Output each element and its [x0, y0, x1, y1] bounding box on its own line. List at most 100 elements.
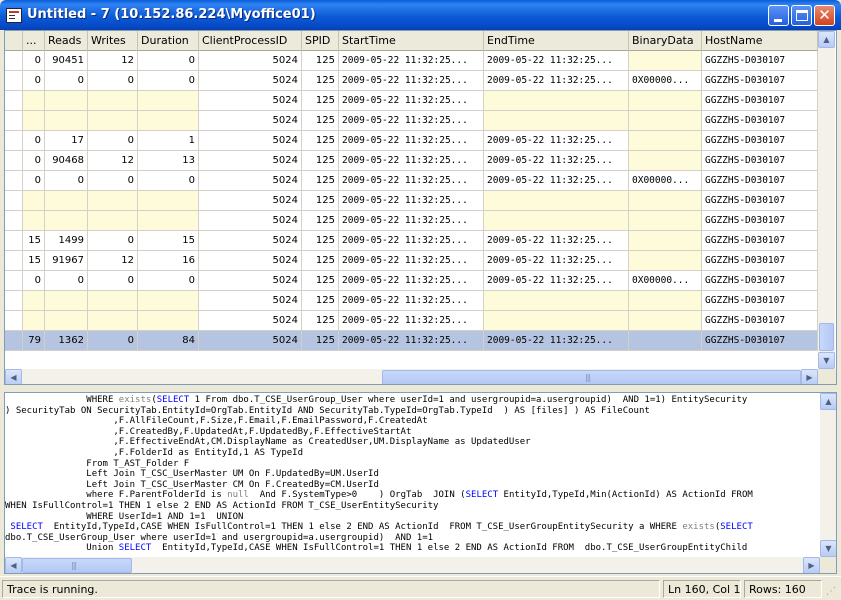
table-cell-binary: 0X00000...: [629, 71, 702, 90]
resize-grip-icon[interactable]: ⋰: [826, 586, 838, 598]
column-header-stub: [5, 31, 23, 51]
column-header-clientprocessid[interactable]: ClientProcessID: [199, 31, 302, 51]
table-cell-cpid: 5024: [199, 191, 302, 210]
table-cell-end: 2009-05-22 11:32:25...: [484, 331, 629, 350]
table-row[interactable]: 0 0 0 0 5024 125 2009-05-22 11:32:25... 2009-05…: [5, 171, 818, 191]
table-row[interactable]: 79 1362 0 84 5024 125 2009-05-22 11:32:25... 20…: [5, 331, 818, 351]
scroll-down-button[interactable]: ▼: [820, 540, 836, 557]
table-cell-reads: [45, 311, 88, 330]
row-selector: [5, 71, 23, 90]
table-row[interactable]: 5024 125 2009-05-22 11:32:25... GGZZHS-D030…: [5, 311, 818, 331]
table-cell-end: [484, 191, 629, 210]
maximize-button[interactable]: [791, 5, 812, 26]
table-row[interactable]: 15 1499 0 15 5024 125 2009-05-22 11:32:25... 20…: [5, 231, 818, 251]
row-selector: [5, 211, 23, 230]
table-cell-reads: 90451: [45, 51, 88, 70]
table-row[interactable]: 15 91967 12 16 5024 125 2009-05-22 11:32:25...…: [5, 251, 818, 271]
scroll-left-button[interactable]: ◀: [5, 369, 22, 384]
table-cell-duration: [138, 211, 199, 230]
column-header-binarydata[interactable]: BinaryData: [629, 31, 702, 51]
table-cell-c0: 15: [23, 251, 45, 270]
sql-text-run: ,F.EffectiveEndAt,CM.DisplayName as Crea…: [5, 437, 531, 448]
sql-text-run: ,F.FolderId as EntityId,1 AS TypeId: [5, 448, 304, 458]
table-cell-c0: [23, 191, 45, 210]
grid-vertical-scrollbar[interactable]: ▲ ▼: [818, 31, 835, 369]
table-row[interactable]: 0 90451 12 0 5024 125 2009-05-22 11:32:25... 20…: [5, 51, 818, 71]
table-cell-start: 2009-05-22 11:32:25...: [339, 71, 484, 90]
table-cell-spid: 125: [302, 111, 339, 130]
close-icon: ✕: [818, 6, 831, 24]
title-bar[interactable]: Untitled - 7 (10.152.86.224\Myoffice01) …: [0, 0, 841, 30]
column-header-starttime[interactable]: StartTime: [339, 31, 484, 51]
table-row[interactable]: 5024 125 2009-05-22 11:32:25... GGZZHS-D030…: [5, 291, 818, 311]
sql-vertical-scrollbar[interactable]: ▲ ▼: [820, 393, 836, 557]
scroll-up-button[interactable]: ▲: [820, 393, 836, 410]
sql-text-pane[interactable]: WHERE exists(SELECT 1 From dbo.T_CSE_Use…: [4, 392, 837, 574]
sql-horizontal-scrollbar[interactable]: ◀ ||| ▶: [5, 557, 820, 573]
table-cell-binary: [629, 91, 702, 110]
table-row[interactable]: 0 17 0 1 5024 125 2009-05-22 11:32:25... 2009-0…: [5, 131, 818, 151]
table-cell-binary: 0X00000...: [629, 171, 702, 190]
scroll-right-button[interactable]: ▶: [803, 557, 820, 573]
column-header-hostname[interactable]: HostName: [702, 31, 818, 51]
table-cell-start: 2009-05-22 11:32:25...: [339, 311, 484, 330]
scroll-corner: [818, 369, 836, 384]
scroll-up-button[interactable]: ▲: [818, 31, 835, 48]
scroll-thumb[interactable]: [819, 323, 834, 351]
column-header-writes[interactable]: Writes: [88, 31, 138, 51]
table-cell-host: GGZZHS-D030107: [702, 151, 818, 170]
sql-line: dbo.T_CSE_UserGroup_User where userId=1 …: [5, 533, 433, 544]
column-header-endtime[interactable]: EndTime: [484, 31, 629, 51]
scroll-down-button[interactable]: ▼: [818, 352, 835, 369]
table-cell-host: GGZZHS-D030107: [702, 171, 818, 190]
table-row[interactable]: 5024 125 2009-05-22 11:32:25... GGZZHS-D030…: [5, 211, 818, 231]
row-selector: [5, 51, 23, 70]
table-cell-cpid: 5024: [199, 51, 302, 70]
table-row[interactable]: 5024 125 2009-05-22 11:32:25... GGZZHS-D030…: [5, 111, 818, 131]
pane-splitter[interactable]: [0, 385, 841, 392]
scroll-thumb[interactable]: |||: [382, 370, 801, 384]
table-cell-c0: 0: [23, 71, 45, 90]
table-cell-end: [484, 211, 629, 230]
scroll-left-button[interactable]: ◀: [5, 557, 22, 573]
minimize-button[interactable]: [768, 5, 789, 26]
scroll-right-button[interactable]: ▶: [801, 369, 818, 384]
sql-text-run: WHERE UserId=1 AND 1=1 UNION: [5, 511, 244, 522]
status-bar: Trace is running. Ln 160, Col 1 Rows: 16…: [0, 576, 841, 600]
sql-text-run: ,F.AllFileCount,F.Size,F.Email,F.EmailPa…: [5, 416, 428, 427]
table-cell-spid: 125: [302, 271, 339, 290]
table-cell-spid: 125: [302, 211, 339, 230]
table-row[interactable]: 5024 125 2009-05-22 11:32:25... GGZZHS-D030…: [5, 191, 818, 211]
table-cell-cpid: 5024: [199, 211, 302, 230]
table-cell-reads: [45, 191, 88, 210]
table-cell-host: GGZZHS-D030107: [702, 311, 818, 330]
column-header-duration[interactable]: Duration: [138, 31, 199, 51]
table-cell-start: 2009-05-22 11:32:25...: [339, 231, 484, 250]
table-row[interactable]: 0 0 0 0 5024 125 2009-05-22 11:32:25... 2009-05…: [5, 71, 818, 91]
table-cell-binary: [629, 211, 702, 230]
row-selector: [5, 291, 23, 310]
column-header-reads[interactable]: Reads: [45, 31, 88, 51]
grid-horizontal-scrollbar[interactable]: ◀ ||| ▶: [5, 369, 818, 384]
table-cell-cpid: 5024: [199, 131, 302, 150]
table-row[interactable]: 0 90468 12 13 5024 125 2009-05-22 11:32:25... 2…: [5, 151, 818, 171]
table-cell-duration: 84: [138, 331, 199, 350]
column-header-spid[interactable]: SPID: [302, 31, 339, 51]
trace-grid[interactable]: ... Reads Writes Duration ClientProcessID SPI…: [4, 30, 837, 385]
sql-text-run: Union: [5, 543, 119, 554]
sql-keyword: SELECT: [465, 490, 499, 501]
table-cell-cpid: 5024: [199, 271, 302, 290]
table-cell-binary: [629, 131, 702, 150]
table-cell-binary: [629, 51, 702, 70]
table-row[interactable]: 0 0 0 0 5024 125 2009-05-22 11:32:25... 2009-05…: [5, 271, 818, 291]
row-selector: [5, 131, 23, 150]
grid-rows[interactable]: 0 90451 12 0 5024 125 2009-05-22 11:32:25... 20…: [5, 51, 818, 369]
sql-text[interactable]: WHERE exists(SELECT 1 From dbo.T_CSE_Use…: [5, 393, 820, 557]
scroll-thumb[interactable]: |||: [22, 558, 132, 573]
table-cell-writes: 0: [88, 171, 138, 190]
table-cell-spid: 125: [302, 231, 339, 250]
table-row[interactable]: 5024 125 2009-05-22 11:32:25... GGZZHS-D030…: [5, 91, 818, 111]
close-button[interactable]: ✕: [814, 5, 835, 26]
column-header-[interactable]: ...: [23, 31, 45, 51]
table-cell-cpid: 5024: [199, 291, 302, 310]
